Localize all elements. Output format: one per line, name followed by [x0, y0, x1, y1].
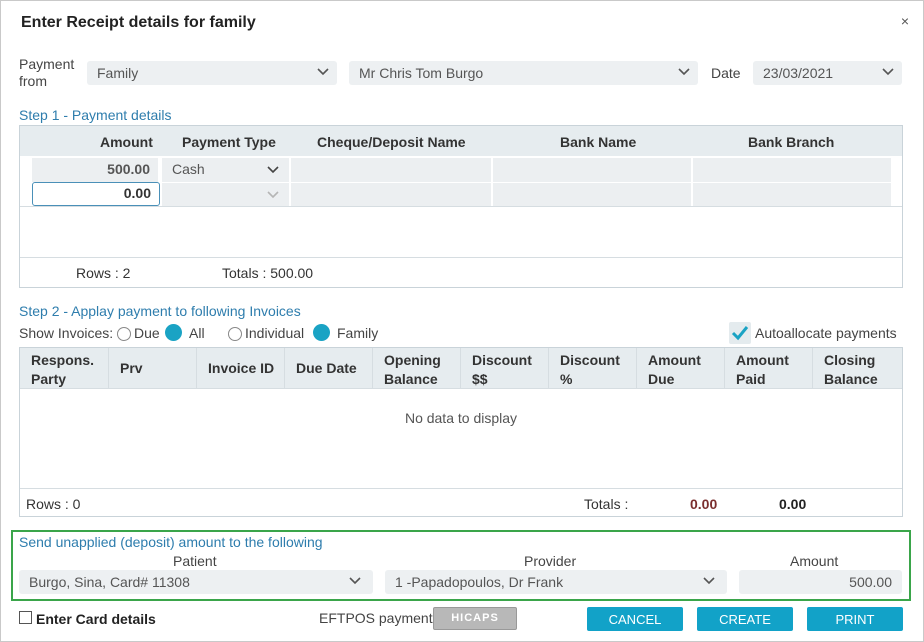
bank-branch-cell[interactable]: [693, 183, 891, 206]
payment-grid-header: Amount Payment Type Cheque/Deposit Name …: [20, 126, 902, 156]
cheque-name-cell[interactable]: [291, 183, 491, 206]
patient-select[interactable]: Burgo, Sina, Card# 11308: [19, 570, 373, 594]
date-label: Date: [711, 65, 741, 81]
payment-from-select[interactable]: Family: [87, 61, 337, 85]
col-closing-balance: Closing Balance: [824, 352, 878, 387]
card-details-label: Enter Card details: [36, 611, 156, 627]
col-divider: [636, 348, 637, 388]
col-divider: [196, 348, 197, 388]
chevron-down-icon: [882, 68, 894, 76]
col-invoice-id: Invoice ID: [208, 360, 275, 376]
chevron-down-icon: [267, 191, 279, 199]
total-amount-paid: 0.00: [779, 496, 807, 512]
cheque-name-cell[interactable]: [291, 158, 491, 182]
radio-individual[interactable]: [228, 327, 242, 341]
col-amount: Amount: [100, 134, 153, 150]
card-details-checkbox[interactable]: [19, 611, 32, 624]
date-value: 23/03/2021: [763, 65, 834, 81]
col-payment-type: Payment Type: [182, 134, 276, 150]
deposit-amount-input[interactable]: 500.00: [739, 570, 902, 594]
radio-due[interactable]: [117, 327, 131, 341]
hicaps-logo: HICAPS: [451, 612, 499, 624]
col-discount-amount: Discount $$: [472, 352, 532, 387]
provider-value: 1 -Papadopoulos, Dr Frank: [395, 574, 564, 590]
col-cheque-name: Cheque/Deposit Name: [317, 134, 466, 150]
autoallocate-label: Autoallocate payments: [755, 325, 897, 341]
provider-select[interactable]: 1 -Papadopoulos, Dr Frank: [385, 570, 727, 594]
col-divider: [284, 348, 285, 388]
payment-type-cell[interactable]: [162, 183, 289, 206]
col-bank-name: Bank Name: [560, 134, 637, 150]
invoice-rows-count: Rows : 0: [26, 496, 81, 512]
payment-totals: Totals : 500.00: [222, 265, 314, 281]
radio-due-label: Due: [134, 325, 160, 341]
amount-label: Amount: [790, 553, 839, 569]
col-divider: [460, 348, 461, 388]
chevron-down-icon: [678, 68, 690, 76]
provider-label: Provider: [524, 553, 577, 569]
col-amount-due: Amount Due: [648, 352, 701, 387]
chevron-down-icon: [349, 577, 361, 585]
grid-divider: [20, 488, 902, 489]
payment-from-value: Family: [97, 65, 139, 81]
radio-individual-label: Individual: [245, 325, 305, 341]
patient-value: Burgo, Sina, Card# 11308: [29, 574, 190, 590]
col-divider: [812, 348, 813, 388]
create-button[interactable]: CREATE: [697, 607, 793, 631]
chevron-down-icon: [703, 577, 715, 585]
radio-family-label: Family: [337, 325, 379, 341]
cancel-button[interactable]: CANCEL: [587, 607, 683, 631]
total-amount-due: 0.00: [690, 496, 718, 512]
payer-select[interactable]: Mr Chris Tom Burgo: [349, 61, 698, 85]
invoice-grid: Respons. Party Prv Invoice ID Due Date Op…: [19, 347, 903, 517]
col-divider: [724, 348, 725, 388]
col-respons-party: Respons. Party: [31, 352, 95, 387]
col-bank-branch: Bank Branch: [748, 134, 835, 150]
bank-branch-cell[interactable]: [693, 158, 891, 182]
col-prv: Prv: [120, 360, 143, 376]
dialog-title: Enter Receipt details for family: [21, 14, 256, 31]
radio-family[interactable]: [313, 324, 330, 341]
step1-title: Step 1 - Payment details: [19, 107, 172, 123]
patient-label: Patient: [173, 553, 217, 569]
payment-rows-count: Rows : 2: [76, 265, 131, 281]
eftpos-label: EFTPOS payment: [319, 610, 433, 626]
payer-value: Mr Chris Tom Burgo: [359, 65, 484, 81]
step2-title: Step 2 - Applay payment to following Inv…: [19, 303, 301, 319]
col-divider: [372, 348, 373, 388]
autoallocate-checkbox[interactable]: [729, 322, 751, 344]
bank-name-cell[interactable]: [493, 158, 691, 182]
close-icon[interactable]: ×: [901, 13, 909, 29]
receipt-dialog: Enter Receipt details for family × Payme…: [0, 0, 924, 642]
col-divider: [548, 348, 549, 388]
show-invoices-label: Show Invoices:: [19, 325, 114, 341]
print-button[interactable]: PRINT: [807, 607, 903, 631]
radio-all-label: All: [189, 325, 205, 341]
payment-type-cell[interactable]: Cash: [162, 158, 289, 182]
radio-all[interactable]: [165, 324, 182, 341]
col-amount-paid: Amount Paid: [736, 352, 789, 387]
payment-amount-input[interactable]: 0.00: [32, 182, 160, 206]
deposit-title: Send unapplied (deposit) amount to the f…: [19, 534, 323, 550]
date-picker[interactable]: 23/03/2021: [753, 61, 902, 85]
chevron-down-icon: [267, 166, 279, 174]
checkmark-icon: [731, 326, 749, 341]
payment-amount-cell[interactable]: 500.00: [32, 158, 158, 182]
invoice-totals-label: Totals :: [584, 496, 629, 512]
payment-grid: Amount Payment Type Cheque/Deposit Name …: [19, 125, 903, 288]
col-due-date: Due Date: [296, 360, 357, 376]
empty-message: No data to display: [404, 410, 518, 426]
chevron-down-icon: [317, 68, 329, 76]
bank-name-cell[interactable]: [493, 183, 691, 206]
col-divider: [108, 348, 109, 388]
grid-divider: [20, 257, 902, 258]
col-discount-percent: Discount%: [560, 352, 620, 387]
payment-from-label: Payment from: [19, 56, 75, 89]
eftpos-button[interactable]: HICAPS: [433, 607, 517, 630]
col-opening-balance: Opening Balance: [384, 352, 441, 387]
payment-type-value: Cash: [172, 161, 205, 177]
grid-divider: [20, 206, 902, 207]
